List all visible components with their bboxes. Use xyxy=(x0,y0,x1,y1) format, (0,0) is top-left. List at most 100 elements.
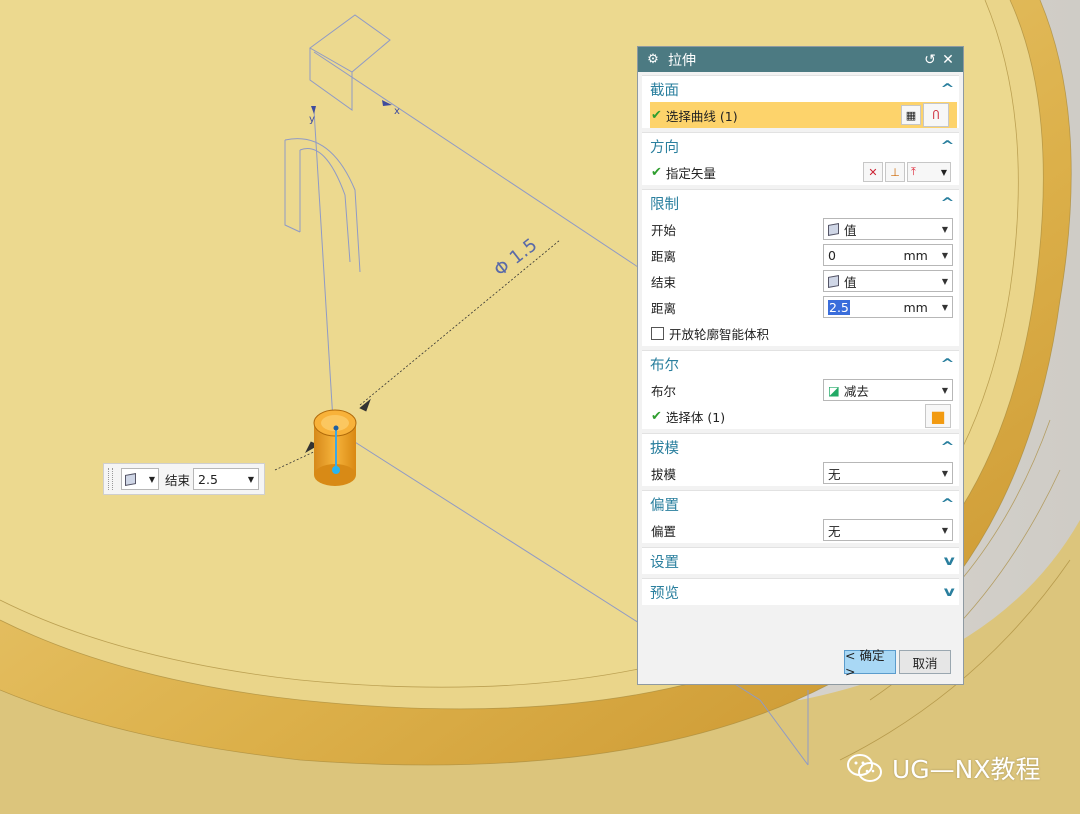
end-distance-label: 距离 xyxy=(651,300,677,316)
group-boolean-header[interactable]: 布尔 ^ xyxy=(642,351,959,377)
group-limits-title: 限制 xyxy=(650,196,679,213)
group-settings-header[interactable]: 设置 v xyxy=(642,548,959,574)
onscreen-end-value: 2.5 xyxy=(198,471,218,487)
group-boolean: 布尔 ^ 布尔 ◪ 减去 ▼ ✔ 选择体 (1) ■ xyxy=(642,350,959,429)
start-distance-unit: mm xyxy=(903,247,928,263)
end-distance-field[interactable]: 2.5 mm ▼ xyxy=(823,296,953,318)
group-section: 截面 ^ ✔ 选择曲线 (1) ▦ Ⴖ xyxy=(642,75,959,128)
start-label: 开始 xyxy=(651,222,677,238)
cube-icon xyxy=(828,222,839,236)
drag-handle xyxy=(332,466,340,474)
boolean-select[interactable]: ◪ 减去 ▼ xyxy=(823,379,953,401)
sketch-section-icon[interactable]: ▦ xyxy=(901,105,921,125)
vector-dialog-icon[interactable]: ⊥ xyxy=(885,162,905,182)
boolean-value: 减去 xyxy=(843,383,869,399)
chevron-up-icon[interactable]: ^ xyxy=(940,196,954,211)
chevron-up-icon[interactable]: ^ xyxy=(940,357,954,372)
select-body-row[interactable]: ✔ 选择体 (1) ■ xyxy=(642,403,959,429)
offset-row: 偏置 无 ▼ xyxy=(642,517,959,543)
watermark: UG—NX教程 xyxy=(846,750,1041,786)
end-type-dropdown[interactable]: ▼ xyxy=(121,468,159,490)
group-limits-header[interactable]: 限制 ^ xyxy=(642,190,959,216)
group-settings: 设置 v xyxy=(642,547,959,574)
dialog-title: 拉伸 xyxy=(668,52,696,69)
group-offset: 偏置 ^ 偏置 无 ▼ xyxy=(642,490,959,543)
group-preview-header[interactable]: 预览 v xyxy=(642,579,959,605)
offset-select[interactable]: 无 ▼ xyxy=(823,519,953,541)
start-distance-row: 距离 0 mm ▼ xyxy=(642,242,959,268)
end-row: 结束 值 ▼ xyxy=(642,268,959,294)
dropdown-arrow-icon: ▼ xyxy=(941,224,948,234)
group-draft: 拔模 ^ 拔模 无 ▼ xyxy=(642,433,959,486)
dropdown-arrow-icon: ▼ xyxy=(941,385,948,395)
draft-label: 拔模 xyxy=(651,466,677,482)
select-curve-label: 选择曲线 (1) xyxy=(665,108,738,124)
group-section-header[interactable]: 截面 ^ xyxy=(642,76,959,102)
boolean-row: 布尔 ◪ 减去 ▼ xyxy=(642,377,959,403)
solid-body-icon[interactable]: ■ xyxy=(925,404,951,428)
vector-axis-icon: ⤒ xyxy=(911,165,916,178)
group-direction-header[interactable]: 方向 ^ xyxy=(642,133,959,159)
chevron-up-icon[interactable]: ^ xyxy=(940,497,954,512)
chevron-down-icon[interactable]: v xyxy=(943,585,954,600)
cube-icon xyxy=(125,472,136,486)
curve-rule-icon[interactable]: Ⴖ xyxy=(923,103,949,127)
dropdown-arrow-icon: ▼ xyxy=(941,276,948,286)
end-label: 结束 xyxy=(651,274,677,290)
dropdown-arrow-icon: ▼ xyxy=(941,468,948,478)
select-curve-row[interactable]: ✔ 选择曲线 (1) ▦ Ⴖ xyxy=(650,102,957,128)
open-profile-checkbox[interactable] xyxy=(651,326,664,340)
offset-value: 无 xyxy=(828,523,841,539)
group-offset-title: 偏置 xyxy=(650,497,679,514)
drag-grip[interactable] xyxy=(108,468,113,490)
group-direction: 方向 ^ ✔ 指定矢量 ✕ ⊥ ⤒ ▼ xyxy=(642,132,959,185)
start-distance-field[interactable]: 0 mm ▼ xyxy=(823,244,953,266)
check-icon: ✔ xyxy=(651,164,662,180)
offset-label: 偏置 xyxy=(651,523,677,539)
group-limits: 限制 ^ 开始 值 ▼ 距离 0 mm ▼ 结束 值 ▼ 距离 2.5 mm ▼… xyxy=(642,189,959,346)
draft-select[interactable]: 无 ▼ xyxy=(823,462,953,484)
dialog-footer: < 确定 > 取消 xyxy=(638,640,963,684)
reverse-direction-icon[interactable]: ✕ xyxy=(863,162,883,182)
onscreen-end-label: 结束 xyxy=(165,472,191,488)
group-draft-header[interactable]: 拔模 ^ xyxy=(642,434,959,460)
y-axis-label: y xyxy=(309,114,315,125)
end-type-value: 值 xyxy=(844,274,857,290)
extrude-dialog: ⚙ 拉伸 ↺ ✕ 截面 ^ ✔ 选择曲线 (1) ▦ Ⴖ 方向 ^ ✔ 指定矢量… xyxy=(637,46,964,685)
chevron-down-icon[interactable]: v xyxy=(943,554,954,569)
dialog-titlebar[interactable]: ⚙ 拉伸 ↺ ✕ xyxy=(638,47,963,72)
dropdown-arrow-icon: ▼ xyxy=(940,167,947,177)
close-button[interactable]: ✕ xyxy=(939,52,957,68)
specify-vector-label: 指定矢量 xyxy=(665,165,716,181)
reset-button[interactable]: ↺ xyxy=(921,52,939,68)
draft-row: 拔模 无 ▼ xyxy=(642,460,959,486)
start-type-select[interactable]: 值 ▼ xyxy=(823,218,953,240)
group-preview-title: 预览 xyxy=(650,585,679,602)
chevron-up-icon[interactable]: ^ xyxy=(940,139,954,154)
dropdown-arrow-icon: ▼ xyxy=(941,302,948,312)
end-type-select[interactable]: 值 ▼ xyxy=(823,270,953,292)
end-distance-value: 2.5 xyxy=(828,299,850,315)
specify-vector-row[interactable]: ✔ 指定矢量 ✕ ⊥ ⤒ ▼ xyxy=(642,159,959,185)
cancel-button[interactable]: 取消 xyxy=(899,650,951,674)
dropdown-arrow-icon: ▼ xyxy=(941,525,948,535)
dropdown-arrow-icon: ▼ xyxy=(941,250,948,260)
open-profile-label: 开放轮廓智能体积 xyxy=(669,326,770,342)
group-preview: 预览 v xyxy=(642,578,959,605)
start-row: 开始 值 ▼ xyxy=(642,216,959,242)
draft-value: 无 xyxy=(828,466,841,482)
chevron-up-icon[interactable]: ^ xyxy=(940,82,954,97)
chevron-up-icon[interactable]: ^ xyxy=(940,440,954,455)
x-axis-label: x xyxy=(394,106,400,117)
group-settings-title: 设置 xyxy=(650,554,679,571)
watermark-text: UG—NX教程 xyxy=(892,755,1041,784)
open-profile-row[interactable]: 开放轮廓智能体积 xyxy=(642,320,959,346)
onscreen-end-value-field[interactable]: 2.5 ▼ xyxy=(193,468,260,490)
ok-button[interactable]: < 确定 > xyxy=(844,648,896,679)
vector-type-dropdown[interactable]: ⤒ ▼ xyxy=(907,162,951,182)
group-offset-header[interactable]: 偏置 ^ xyxy=(642,491,959,517)
end-distance-row: 距离 2.5 mm ▼ xyxy=(642,294,959,320)
extrude-preview[interactable] xyxy=(313,409,357,486)
start-distance-label: 距离 xyxy=(651,248,677,264)
group-direction-title: 方向 xyxy=(650,139,679,156)
